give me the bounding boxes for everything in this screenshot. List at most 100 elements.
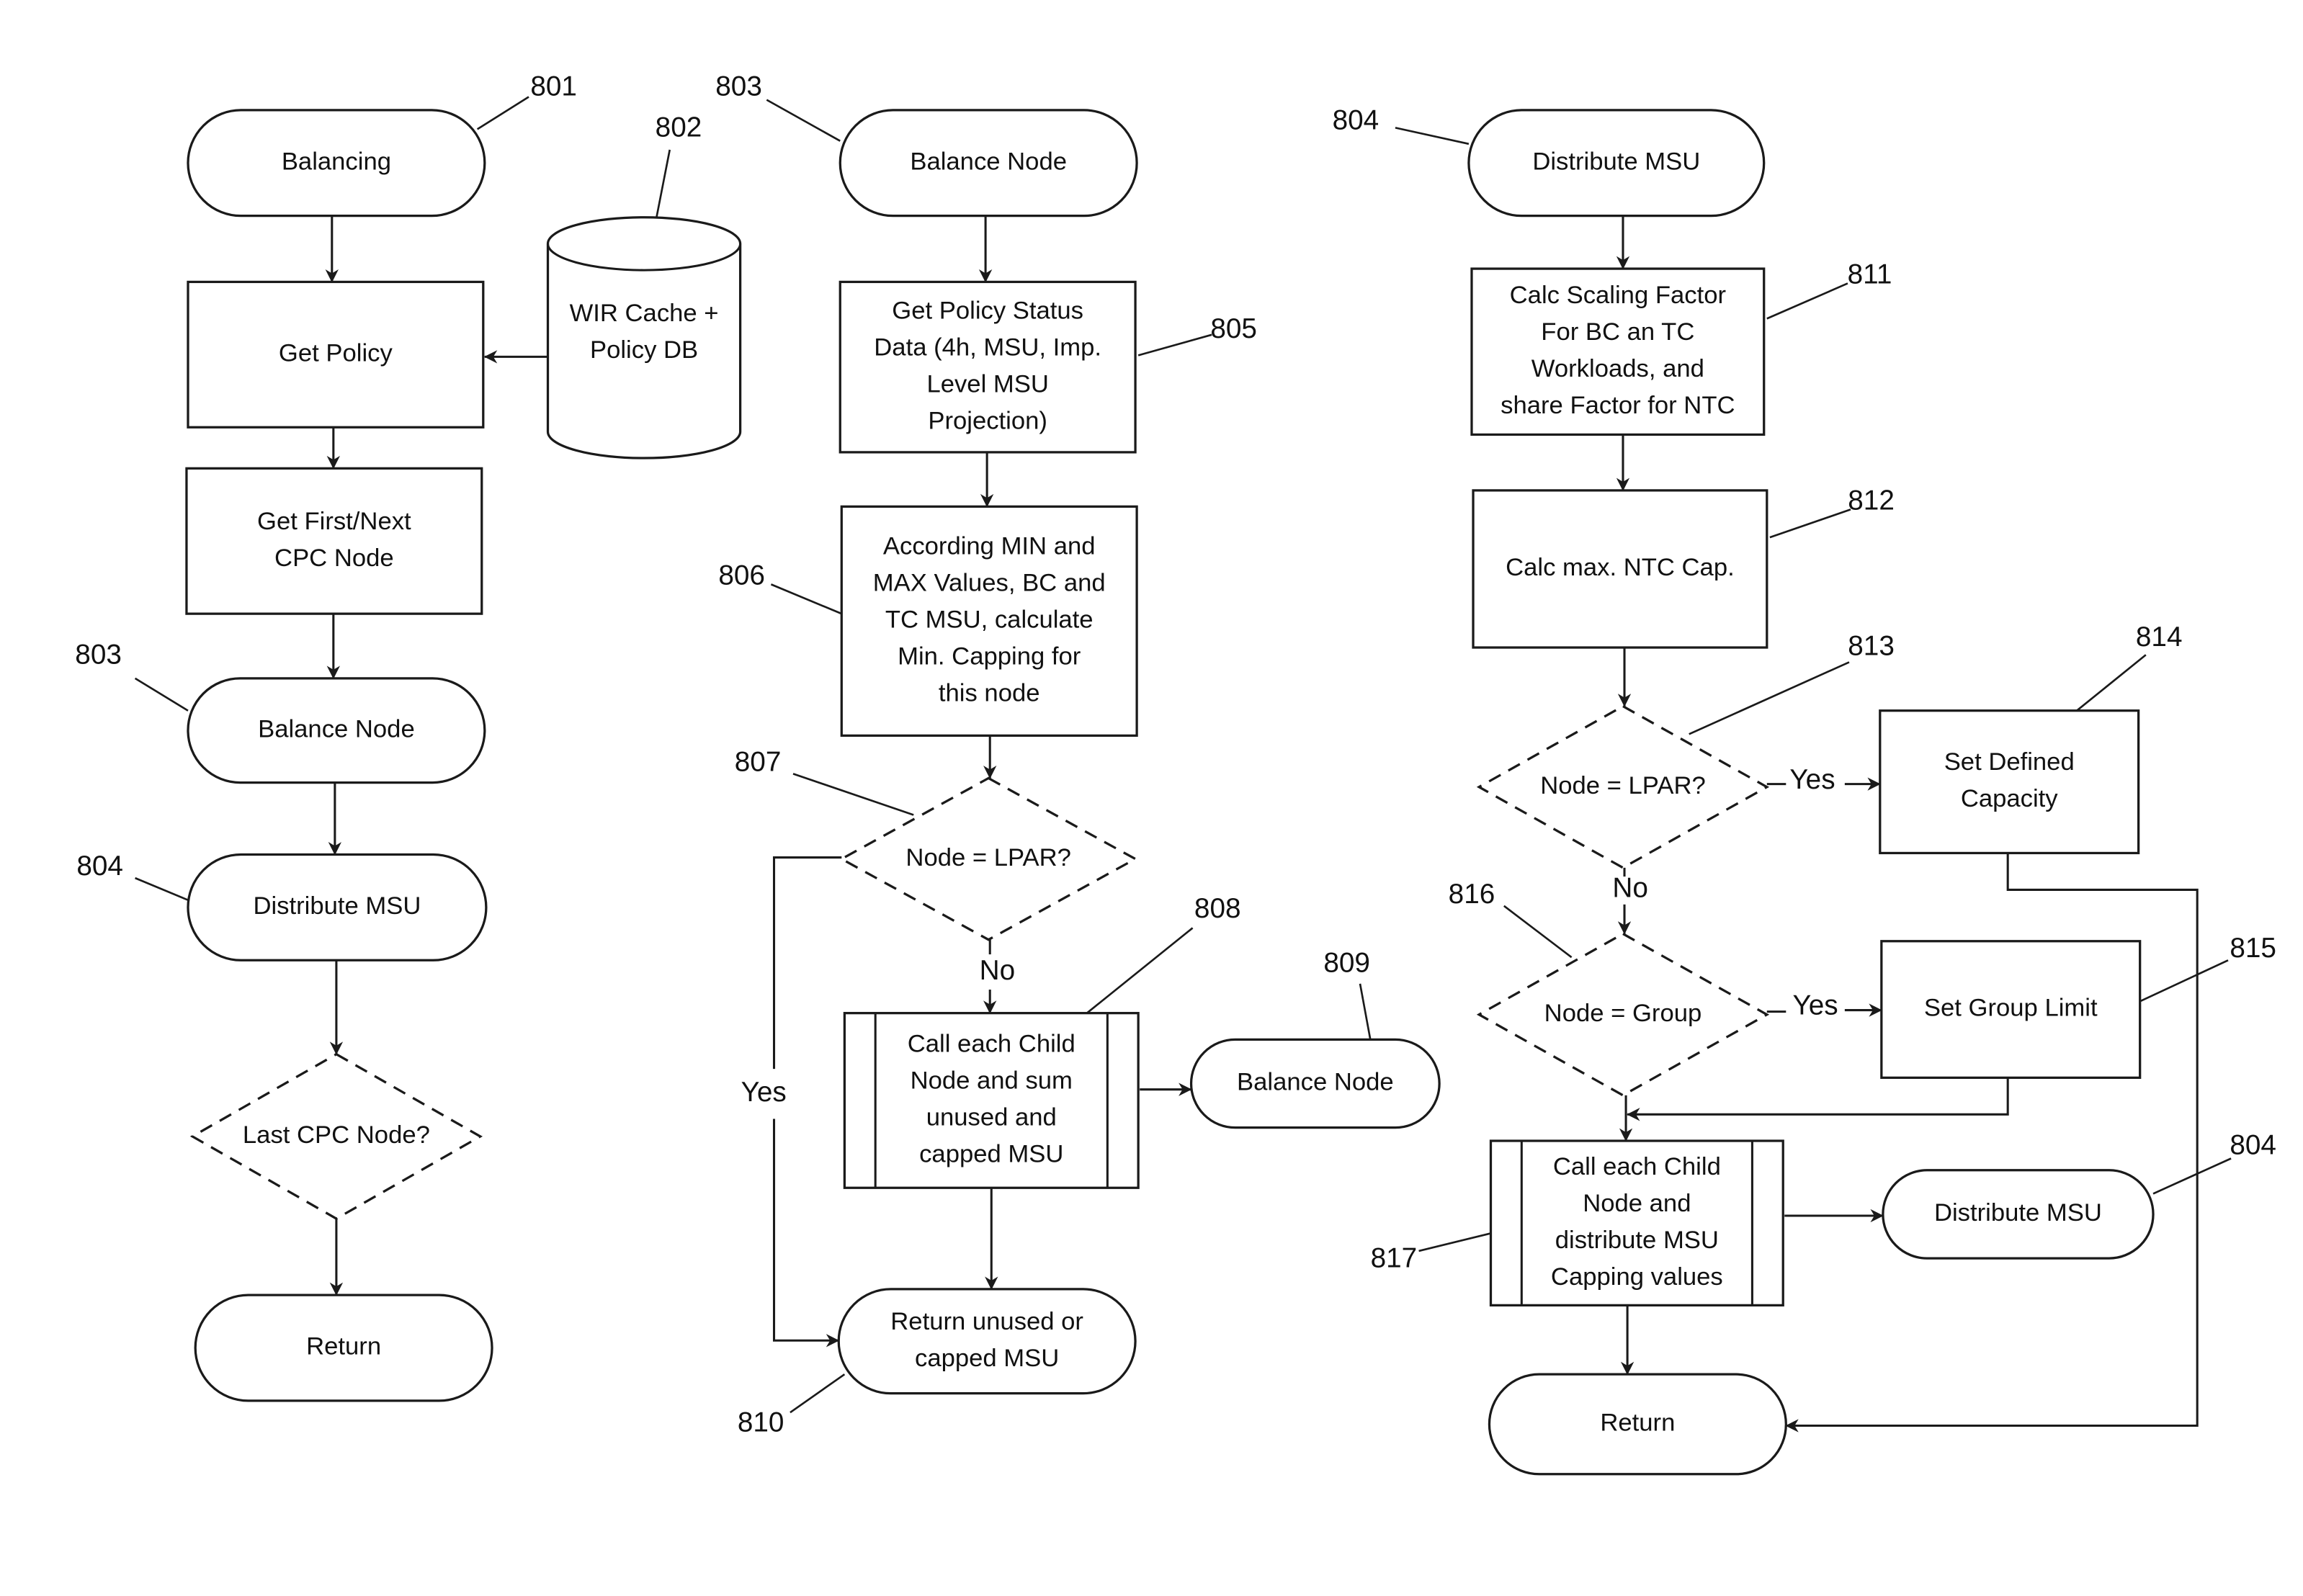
node-label-line: Workloads, and (1531, 355, 1704, 382)
node-label-line: Capping values (1551, 1263, 1723, 1291)
reference-numeral-813: 813 (1848, 630, 1895, 661)
node-label-line: Node and sum (911, 1067, 1073, 1095)
reference-leader-line (770, 583, 842, 615)
reference-leader-line (476, 96, 529, 130)
node-process-806: According MIN and MAX Values, BC and TC MS… (840, 505, 1138, 737)
reference-leader-line (1766, 282, 1848, 320)
node-label-line: According MIN and (883, 533, 1096, 560)
reference-numeral-812: 812 (1848, 485, 1895, 516)
connector-arrow (1785, 853, 2199, 1433)
edge-label-yes: Yes (741, 1077, 787, 1108)
reference-numeral-811: 811 (1848, 259, 1892, 290)
edge-label-no: No (1612, 873, 1648, 904)
nodes-layer: Balancing WIR Cache + Policy DB Get Policy G… (185, 109, 2155, 1476)
reference-numeral-804: 804 (2230, 1129, 2276, 1160)
node-process: Get Policy (187, 280, 485, 429)
process-box (185, 467, 483, 615)
terminal-shape (837, 1288, 1137, 1395)
reference-leader-line (2139, 959, 2229, 1003)
node-label-line: Return unused or (890, 1308, 1083, 1335)
connector-segment (772, 856, 842, 1070)
node-process-805: Get Policy Status Data (4h, MSU, Imp. Leve… (839, 280, 1137, 454)
node-process-811: Calc Scaling Factor For BC an TC Workloads… (1470, 267, 1766, 436)
node-terminal: Return (1488, 1373, 1787, 1476)
node-label-line: unused and (926, 1104, 1057, 1131)
reference-numeral-802: 802 (656, 112, 702, 143)
node-label-line: Node = LPAR? (1540, 772, 1705, 799)
flowchart-canvas: Balancing WIR Cache + Policy DB Get Policy G… (75, 71, 2276, 1476)
node-label-line: Call each Child (908, 1031, 1076, 1058)
node-process-814: Set Defined Capacity (1879, 709, 2140, 855)
reference-leader-line (1418, 1232, 1491, 1252)
reference-leader-line (1395, 127, 1470, 145)
node-label-line: Last CPC Node? (243, 1121, 430, 1149)
reference-leader-line (134, 677, 189, 712)
node-decision-816: Node = Group (1476, 932, 1770, 1097)
node-label-line: WIR Cache + (570, 300, 719, 327)
node-terminal-809: Balance Node (1189, 1038, 1441, 1129)
node-label-line: TC MSU, calculate (885, 606, 1094, 634)
node-label-line: Node and (1583, 1190, 1691, 1217)
reference-leader-line (1503, 905, 1573, 959)
node-label-line: Balance Node (258, 715, 415, 743)
node-label-line: Capacity (1961, 785, 2058, 812)
node-terminal-804: Distribute MSU (187, 853, 488, 961)
connector-arrow (1627, 1077, 2009, 1121)
reference-leader-line (1086, 927, 1194, 1014)
reference-numeral-808: 808 (1194, 893, 1241, 924)
node-label-line: Call each Child (1553, 1153, 1721, 1180)
node-process-815: Set Group Limit (1880, 940, 2142, 1079)
node-label-line: Set Defined (1944, 748, 2075, 776)
reference-numeral-801: 801 (530, 71, 577, 102)
reference-leader-line (1769, 508, 1851, 539)
node-label-line: this node (939, 679, 1040, 707)
node-terminal-803: Balance Node (187, 677, 486, 784)
node-terminal-804: Distribute MSU (1882, 1169, 2155, 1260)
node-database-802: WIR Cache + Policy DB (546, 216, 742, 459)
node-label-line: Balancing (282, 148, 391, 175)
reference-leader-line (2152, 1157, 2232, 1195)
node-label-line: Policy DB (590, 336, 698, 364)
node-terminal: Return (194, 1294, 493, 1402)
reference-leader-line (766, 99, 841, 142)
edge-label-no: No (980, 955, 1016, 986)
node-label-line: Get First/Next (257, 508, 411, 535)
node-label-line: capped MSU (915, 1345, 1059, 1372)
node-label-line: Node = LPAR? (905, 844, 1070, 871)
node-label-line: Calc max. NTC Cap. (1506, 554, 1735, 581)
reference-leader-line (1359, 983, 1372, 1040)
node-label-line: Balance Node (910, 148, 1067, 175)
reference-numeral-804: 804 (1333, 104, 1379, 135)
connector-n815-to-n817 (1627, 1077, 2009, 1121)
edge-label-yes: Yes (1792, 990, 1838, 1021)
edge-label-yes: Yes (1789, 764, 1835, 795)
node-label-line: Distribute MSU (253, 892, 421, 920)
node-label-line: MAX Values, BC and (873, 570, 1106, 597)
reference-numeral-804: 804 (76, 851, 123, 882)
node-label-line: Distribute MSU (1934, 1199, 2102, 1227)
node-decision-813: Node = LPAR? (1476, 704, 1770, 869)
reference-numeral-803: 803 (75, 640, 122, 671)
node-label-line: share Factor for NTC (1501, 392, 1735, 419)
node-subprocess-808: Call each Child Node and sum unused and cap… (843, 1012, 1140, 1189)
reference-leader-line (656, 149, 671, 218)
node-label-line: distribute MSU (1555, 1227, 1719, 1254)
reference-numeral-805: 805 (1210, 313, 1257, 344)
node-subprocess-817: Call each Child Node and distribute MSU Cap… (1489, 1139, 1784, 1306)
node-label-line: Balance Node (1237, 1069, 1394, 1096)
node-label-line: Get Policy Status (892, 297, 1083, 324)
node-label-line: Distribute MSU (1532, 148, 1700, 175)
node-label-line: Return (1600, 1409, 1675, 1437)
reference-numeral-817: 817 (1371, 1242, 1418, 1273)
reference-numeral-806: 806 (718, 560, 765, 591)
node-terminal-804: Distribute MSU (1467, 109, 1766, 218)
node-terminal-803: Balance Node (839, 109, 1138, 218)
reference-numeral-815: 815 (2230, 933, 2276, 964)
connector-n814-to-nRet3 (1785, 853, 2199, 1433)
reference-leader-line (1689, 661, 1850, 735)
reference-numeral-816: 816 (1449, 879, 1495, 910)
reference-numeral-814: 814 (2136, 622, 2183, 653)
node-label-line: capped MSU (919, 1141, 1063, 1168)
connector-arrow (772, 1118, 840, 1348)
reference-leader-line (1137, 333, 1212, 357)
